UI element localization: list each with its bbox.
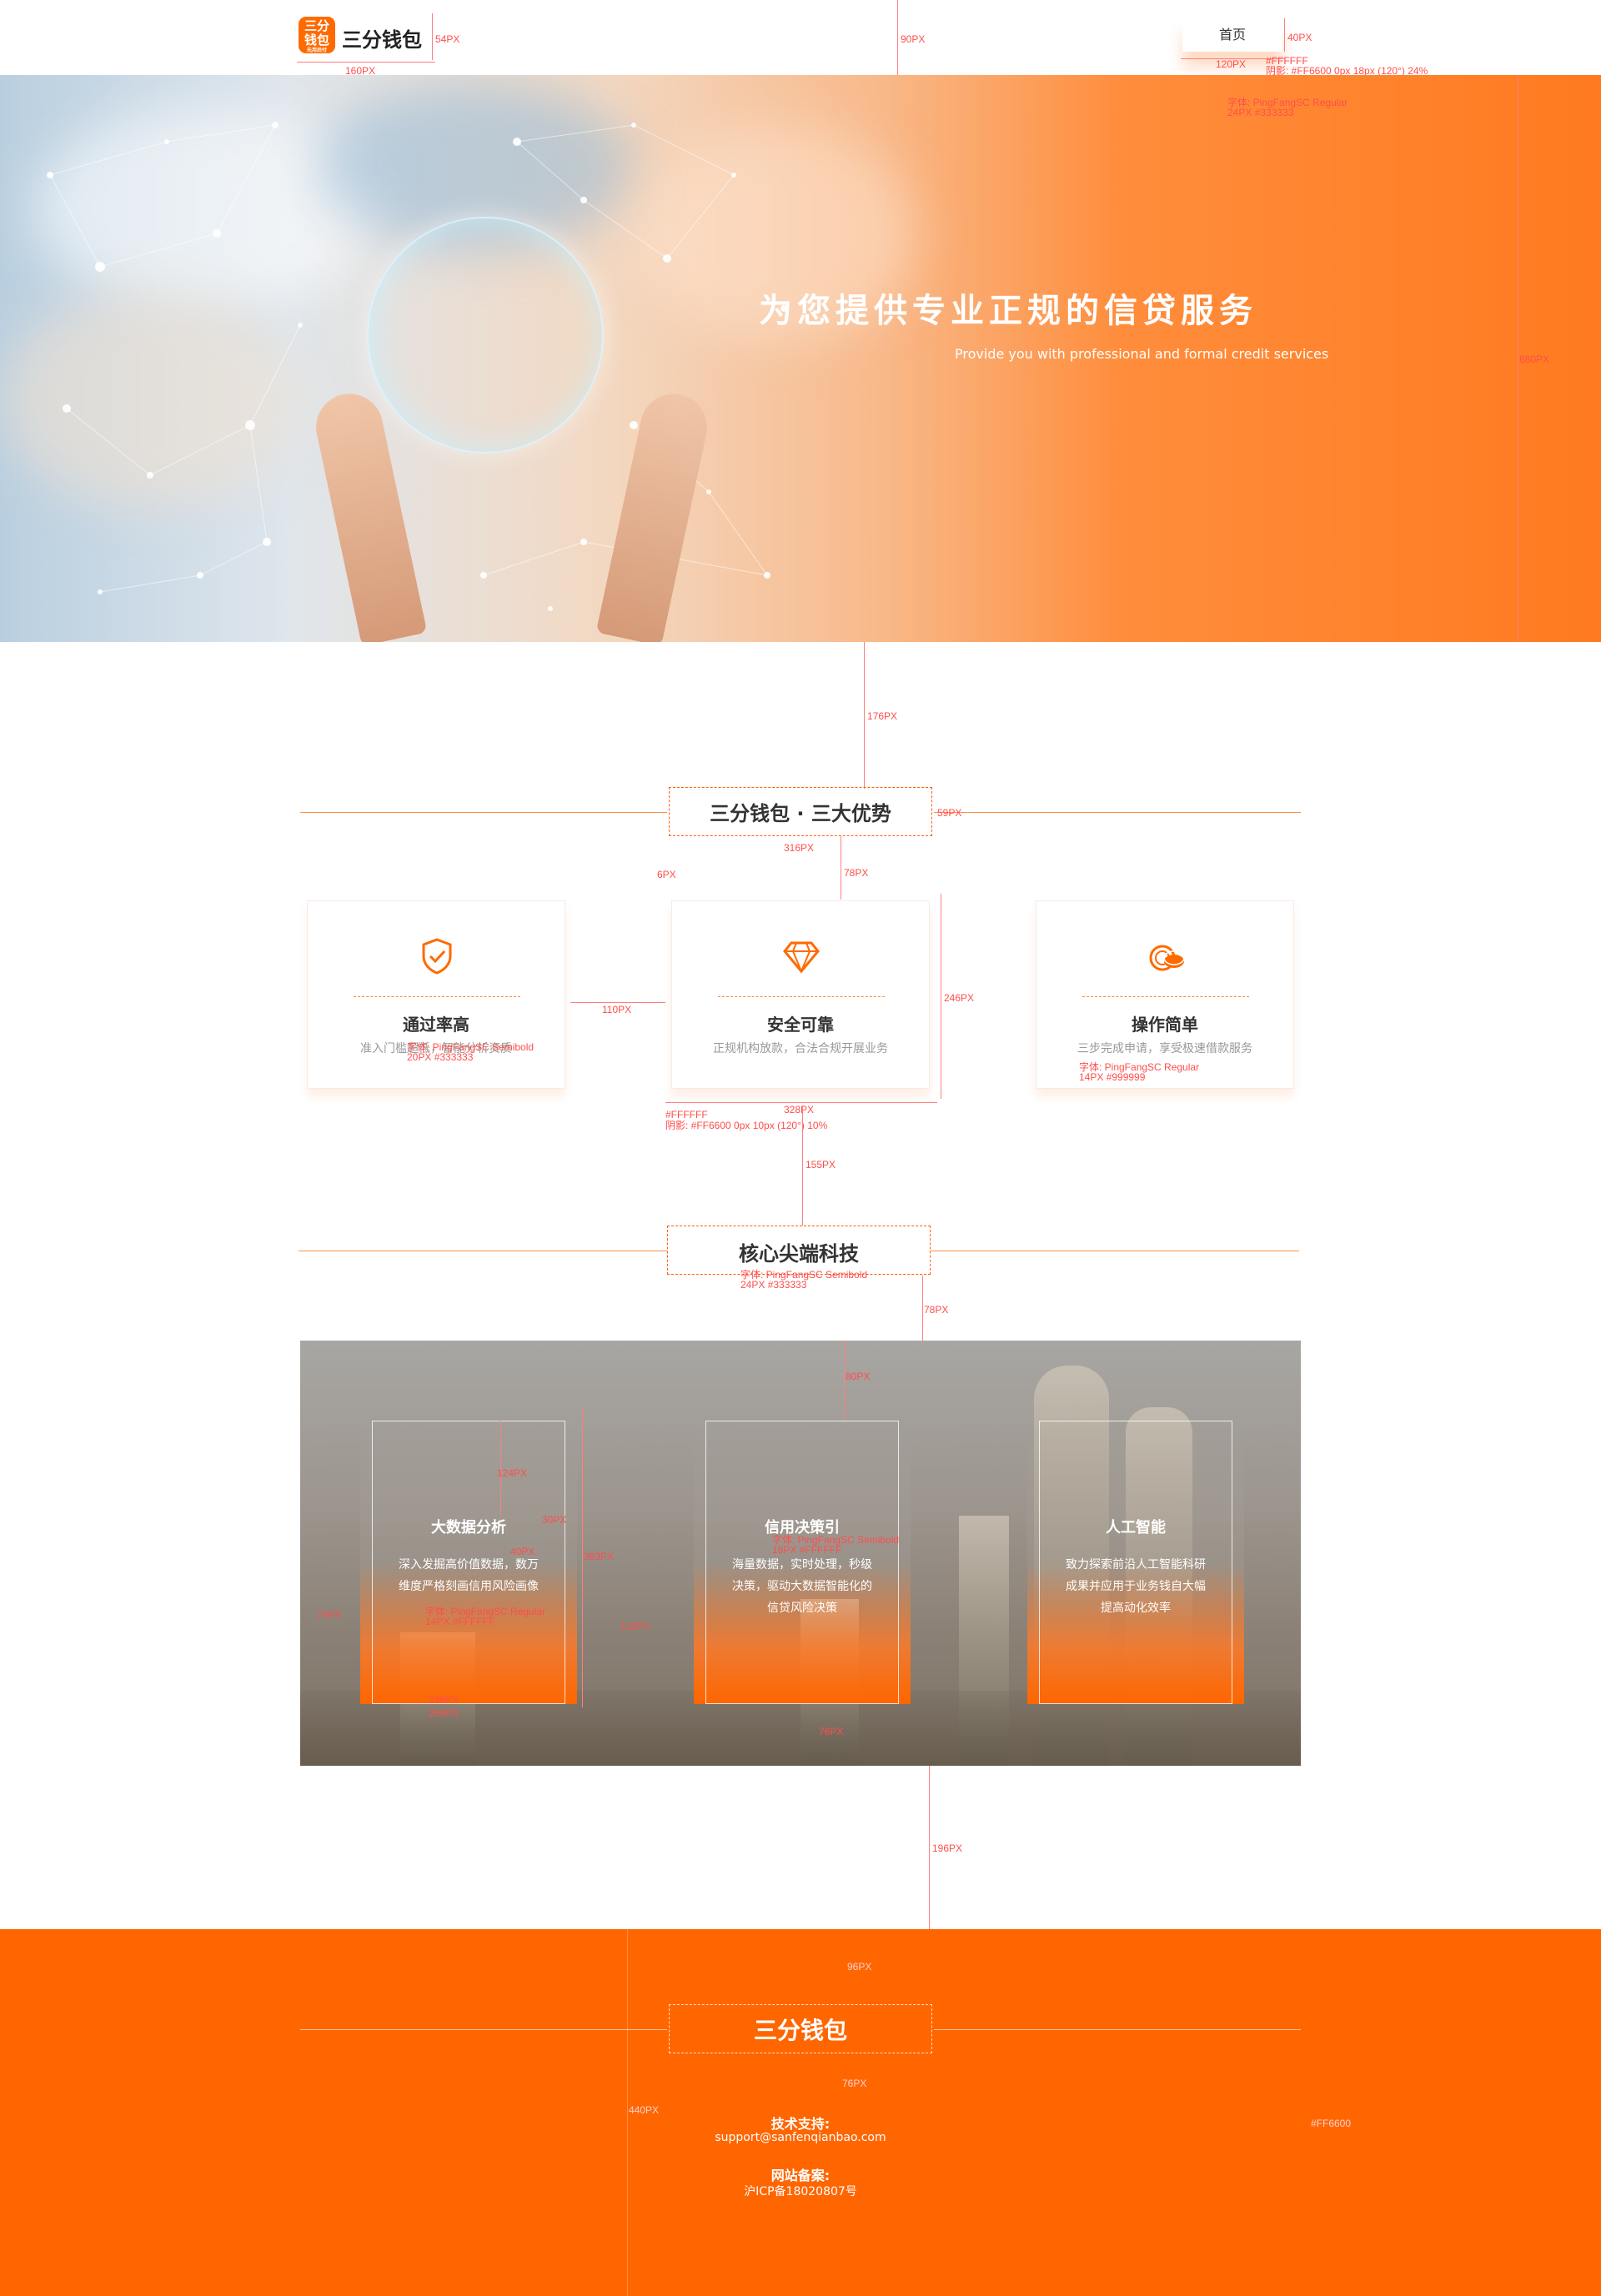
annotation-line: [627, 1929, 628, 2296]
card-description: 正规机构放款，合法合规开展业务: [713, 1042, 888, 1055]
tech-panel: 大数据分析 深入发掘高价值数据，数万维度严格刻画信用风险画像 信用决策引 海量数…: [300, 1341, 1301, 1766]
annotation: 30PX: [542, 1514, 567, 1526]
annotation: 440PX: [629, 2104, 660, 2116]
annotation-line: [802, 1105, 803, 1226]
tech-card-description: 海量数据，实时处理，秒级决策，驱动大数据智能化的信贷风险决策: [732, 1558, 872, 1615]
logo-glyph-top: 三分: [304, 18, 329, 33]
annotation-line: [1284, 18, 1285, 52]
shield-check-icon: [422, 938, 452, 975]
annotation: #FFFFFF: [665, 1109, 708, 1120]
annotation: 80PX: [846, 1371, 871, 1382]
annotation: 246PX: [944, 992, 975, 1004]
hero-banner: 为您提供专业正规的信贷服务 Provide you with professio…: [0, 75, 1601, 642]
annotation: 260PX: [429, 1707, 459, 1719]
annotation: 110PX: [620, 1621, 650, 1632]
annotation: 59PX: [937, 807, 962, 819]
support-label: 技术支持:: [770, 2116, 831, 2132]
card-title: 操作简单: [1132, 1015, 1198, 1035]
annotation: 20PX #333333: [407, 1051, 474, 1063]
globe-graphic: [367, 217, 604, 454]
annotation: 74PX: [317, 1609, 342, 1621]
annotation: 236PX: [429, 1694, 459, 1706]
annotation: 40PX: [510, 1546, 535, 1557]
logo[interactable]: 三分 钱包 先用后付: [299, 17, 335, 53]
card-description: 三步完成申请，享受极速借款服务: [1077, 1042, 1252, 1055]
annotation: 78PX: [844, 867, 869, 879]
record-number[interactable]: 沪ICP备18020807号: [0, 2183, 1601, 2199]
annotation: 18PX #FFFFFF: [772, 1544, 842, 1556]
annotation: 6PX: [657, 869, 676, 880]
tech-title: 核心尖端科技: [739, 1242, 859, 1266]
tech-card: 人工智能 致力探索前沿人工智能科研成果并应用于业务钱自大幅提高动化效率: [1027, 1421, 1244, 1704]
annotation: 24PX #333333: [1227, 107, 1294, 118]
annotation-line: [897, 0, 898, 75]
card-title: 安全可靠: [767, 1015, 834, 1035]
annotation: 316PX: [784, 842, 815, 854]
support-email[interactable]: support@sanfenqianbao.com: [0, 2131, 1601, 2144]
annotation: 阴影: #FF6600 0px 10px (120°) 10%: [665, 1120, 828, 1131]
annotation-line: [922, 1276, 923, 1341]
annotation: 40PX: [1287, 32, 1312, 43]
site-header: 三分 钱包 先用后付 三分钱包 首页: [0, 0, 1601, 75]
annotation: 110PX: [602, 1004, 632, 1015]
tech-card-description: 致力探索前沿人工智能科研成果并应用于业务钱自大幅提高动化效率: [1066, 1558, 1206, 1615]
annotation-line: [929, 1766, 930, 1929]
banner-title: 为您提供专业正规的信贷服务: [759, 292, 1257, 330]
card-separator: [354, 996, 520, 997]
coins-icon: [1149, 945, 1185, 971]
annotation-line: [844, 1341, 845, 1421]
annotation-line: [570, 1002, 665, 1003]
annotation: 96PX: [847, 1961, 872, 1973]
annotation: #FF6600: [1311, 2118, 1352, 2129]
annotation: 328PX: [784, 1104, 815, 1115]
tech-card: 信用决策引 海量数据，实时处理，秒级决策，驱动大数据智能化的信贷风险决策: [694, 1421, 911, 1704]
site-footer: 三分钱包 技术支持: support@sanfenqianbao.com 网站备…: [0, 1929, 1601, 2296]
annotation: 76PX: [819, 1726, 844, 1737]
card-separator: [718, 996, 885, 997]
annotation: 120PX: [1216, 58, 1247, 70]
annotation: 90PX: [901, 33, 926, 45]
annotation: 155PX: [806, 1159, 836, 1171]
section-divider-left: [300, 812, 667, 813]
record-label: 网站备案:: [770, 2168, 831, 2183]
annotation: 196PX: [932, 1842, 963, 1854]
annotation: 14PX #FFFFFF: [425, 1616, 495, 1627]
logo-text[interactable]: 三分钱包: [342, 23, 422, 53]
annotation-line: [432, 13, 433, 60]
annotation: 24PX #333333: [740, 1279, 807, 1291]
tech-card-title: 人工智能: [1106, 1519, 1166, 1537]
tech-card-description: 深入发掘高价值数据，数万维度严格刻画信用风险画像: [399, 1558, 539, 1593]
annotation-line: [297, 62, 435, 63]
annotation: 680PX: [1519, 353, 1550, 365]
logo-small-text: 先用后付: [306, 48, 327, 53]
nav-home-button[interactable]: 首页: [1182, 18, 1282, 52]
diamond-icon: [783, 941, 820, 974]
card-separator: [1082, 996, 1249, 997]
banner-subtitle: Provide you with professional and formal…: [955, 346, 1329, 362]
advantages-title: 三分钱包 · 三大优势: [710, 802, 891, 825]
card-title: 通过率高: [403, 1015, 469, 1035]
annotation: 54PX: [435, 33, 460, 45]
annotation-line: [665, 1102, 937, 1103]
section-divider-right: [934, 812, 1301, 813]
annotation-line: [864, 642, 865, 789]
annotation: 78PX: [924, 1304, 949, 1316]
annotation: 14PX #999999: [1079, 1071, 1146, 1083]
annotation: 176PX: [867, 710, 898, 722]
logo-glyph-bottom: 钱包: [304, 33, 329, 48]
tech-card: 大数据分析 深入发掘高价值数据，数万维度严格刻画信用风险画像: [360, 1421, 577, 1704]
advantage-card: 安全可靠 正规机构放款，合法合规开展业务: [671, 900, 930, 1089]
footer-logo[interactable]: 三分钱包: [0, 2013, 1601, 2046]
annotation: 124PX: [497, 1467, 528, 1479]
annotation: 383PX: [584, 1551, 615, 1562]
annotation: 76PX: [842, 2078, 867, 2089]
annotation-line: [582, 1407, 583, 1707]
